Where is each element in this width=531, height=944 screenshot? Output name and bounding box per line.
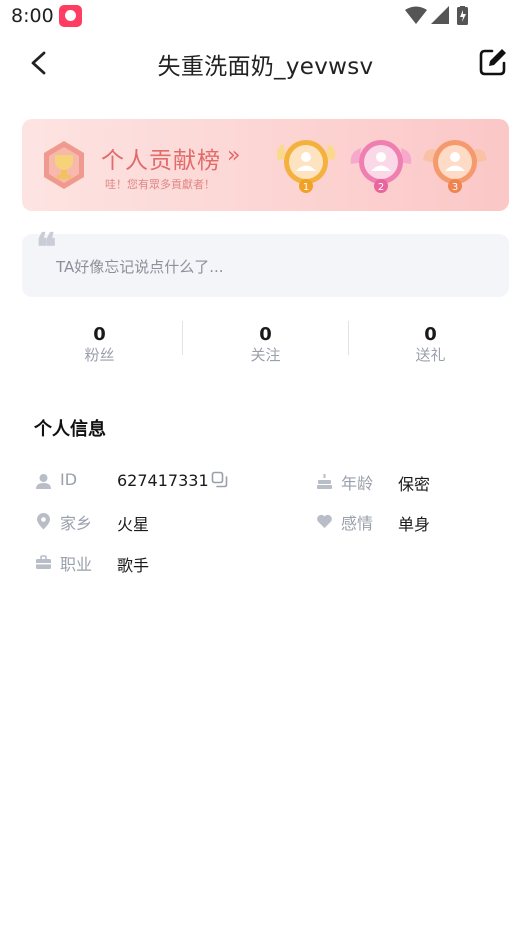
info-row-id: ID 627417331 bbox=[35, 469, 265, 493]
info-label: ID bbox=[60, 470, 78, 489]
info-row-hometown: 家乡 火星 bbox=[35, 509, 265, 534]
svg-text:3: 3 bbox=[452, 182, 458, 193]
job-value: 歌手 bbox=[117, 556, 150, 575]
quote-icon: ❝ bbox=[36, 224, 57, 269]
header: 失重洗面奶_yevwsv bbox=[0, 38, 531, 88]
personal-info-heading: 个人信息 bbox=[34, 419, 106, 440]
info-row-relationship: 感情 单身 bbox=[316, 509, 506, 534]
cake-icon bbox=[317, 474, 332, 489]
stat-label: 关注 bbox=[250, 346, 281, 364]
stat-value: 0 bbox=[424, 324, 437, 345]
stat-label: 粉丝 bbox=[84, 346, 115, 364]
relationship-value: 单身 bbox=[398, 515, 431, 534]
signature-text: TA好像忘记说点什么了... bbox=[56, 258, 224, 276]
copy-icon[interactable] bbox=[211, 471, 228, 488]
stat-label: 送礼 bbox=[415, 346, 446, 364]
stat-following[interactable]: 0 关注 bbox=[183, 318, 348, 364]
stat-gifts[interactable]: 0 送礼 bbox=[348, 318, 513, 364]
user-id-value: 627417331 bbox=[117, 471, 209, 490]
user-icon bbox=[36, 474, 51, 489]
heart-icon bbox=[317, 514, 332, 528]
rank-1-medal: 1 bbox=[276, 140, 336, 193]
wifi-icon bbox=[405, 6, 427, 24]
double-chevron-right-icon: » bbox=[227, 143, 241, 168]
status-icons bbox=[405, 6, 468, 25]
edit-button[interactable] bbox=[477, 46, 509, 78]
edit-icon bbox=[479, 49, 506, 76]
briefcase-icon bbox=[36, 555, 51, 569]
hometown-value: 火星 bbox=[117, 515, 150, 534]
app-notification-icon bbox=[59, 5, 82, 27]
stat-value: 0 bbox=[259, 324, 272, 345]
status-bar: 8:00 bbox=[0, 0, 531, 34]
status-time: 8:00 bbox=[11, 5, 54, 27]
banner-title: 个人贡献榜 bbox=[101, 148, 221, 174]
stats-bar: 0 粉丝 0 关注 0 送礼 bbox=[17, 318, 514, 364]
info-row-age: 年龄 保密 bbox=[316, 469, 506, 494]
rank-3-medal: 3 bbox=[423, 140, 487, 193]
signal-icon bbox=[431, 6, 449, 24]
info-row-job: 职业 歌手 bbox=[35, 550, 265, 575]
signature-box: ❝ TA好像忘记说点什么了... bbox=[22, 228, 509, 297]
info-label: 家乡 bbox=[60, 514, 93, 533]
info-label: 感情 bbox=[341, 514, 374, 533]
location-pin-icon bbox=[37, 513, 50, 530]
age-value: 保密 bbox=[398, 475, 431, 494]
info-label: 职业 bbox=[60, 555, 93, 574]
info-label: 年龄 bbox=[341, 474, 374, 493]
stat-value: 0 bbox=[93, 324, 106, 345]
trophy-icon bbox=[44, 141, 84, 189]
svg-text:1: 1 bbox=[303, 182, 309, 193]
page-title: 失重洗面奶_yevwsv bbox=[157, 54, 374, 80]
rank-2-medal: 2 bbox=[350, 140, 412, 193]
banner-subtitle: 哇！您有眾多貢獻者！ bbox=[105, 178, 215, 191]
contribution-ranking-banner[interactable]: 个人贡献榜 » 哇！您有眾多貢獻者！ 1 2 3 bbox=[22, 119, 509, 211]
stat-followers[interactable]: 0 粉丝 bbox=[17, 318, 182, 364]
svg-text:2: 2 bbox=[378, 182, 384, 193]
